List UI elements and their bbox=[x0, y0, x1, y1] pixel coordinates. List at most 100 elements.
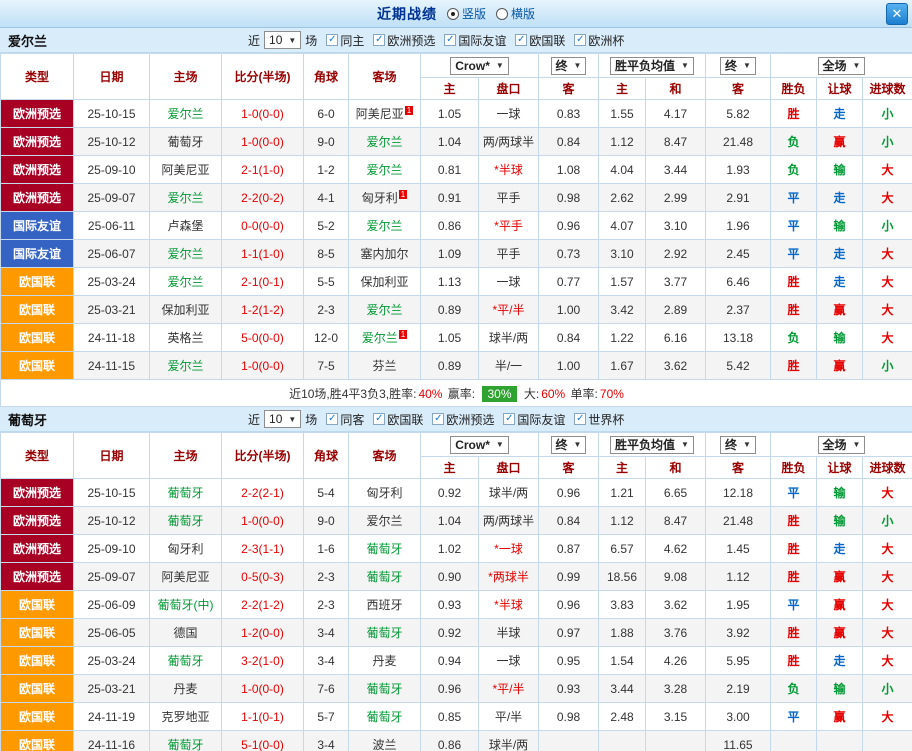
red-card-badge: 1 bbox=[399, 330, 407, 339]
goals-total: 大 bbox=[863, 156, 912, 184]
filter-checkbox-1[interactable]: ✓同客 bbox=[326, 411, 364, 428]
column-header: 比分(半场) bbox=[222, 433, 304, 479]
layout-vertical-option[interactable]: 竖版 bbox=[447, 5, 486, 22]
recent-count-select[interactable]: 10▼ bbox=[264, 31, 301, 49]
asia-away-odds: 0.73 bbox=[539, 240, 599, 268]
handicap-result: 走 bbox=[817, 535, 863, 563]
column-header: 进球数 bbox=[863, 78, 912, 100]
away-team: 波兰 bbox=[349, 731, 421, 751]
asia-home-odds: 1.05 bbox=[421, 324, 479, 352]
team-name-text: 葡萄牙 bbox=[167, 135, 203, 149]
team-name-text: 德国 bbox=[173, 626, 197, 640]
asia-handicap: 球半/两 bbox=[479, 324, 539, 352]
team-name-text: 爱尔兰 bbox=[366, 303, 402, 317]
filter-checkbox-label: 国际友谊 bbox=[517, 411, 565, 428]
summary-segment: 30% bbox=[482, 386, 516, 402]
filter-checkbox-2[interactable]: ✓欧洲预选 bbox=[373, 32, 435, 49]
goals-total: 大 bbox=[863, 563, 912, 591]
eu-draw-odds: 4.62 bbox=[646, 535, 706, 563]
goals-total: 小 bbox=[863, 128, 912, 156]
filter-checkbox-2[interactable]: ✓欧国联 bbox=[373, 411, 423, 428]
competition-type: 欧洲预选 bbox=[1, 563, 74, 591]
europe-state-select[interactable]: 终▼ bbox=[720, 436, 756, 454]
eu-away-odds: 1.12 bbox=[706, 563, 771, 591]
goals-total: 大 bbox=[863, 647, 912, 675]
filter-checkbox-3[interactable]: ✓国际友谊 bbox=[444, 32, 506, 49]
away-team: 爱尔兰 bbox=[349, 507, 421, 535]
match-row: 欧洲预选25-10-12葡萄牙1-0(0-0)9-0爱尔兰1.04两/两球半0.… bbox=[1, 128, 912, 156]
home-team: 葡萄牙 bbox=[150, 479, 222, 507]
filter-checkbox-3[interactable]: ✓欧洲预选 bbox=[432, 411, 494, 428]
score: 5-0(0-0) bbox=[222, 324, 304, 352]
scope-select[interactable]: 全场▼ bbox=[818, 436, 866, 454]
asia-away-odds: 0.98 bbox=[539, 184, 599, 212]
team-name-text: 丹麦 bbox=[173, 682, 197, 696]
asia-handicap: 平手 bbox=[479, 240, 539, 268]
column-header: 让球 bbox=[817, 457, 863, 479]
match-date: 25-03-24 bbox=[74, 647, 150, 675]
section-2: 葡萄牙近10▼场✓同客✓欧国联✓欧洲预选✓国际友谊✓世界杯类型日期主场比分(半场… bbox=[0, 407, 912, 751]
odds-state-select[interactable]: 终▼ bbox=[551, 57, 587, 75]
dropdown-cell: 终▼ bbox=[706, 433, 771, 457]
chevron-down-icon: ▼ bbox=[574, 61, 582, 70]
asia-away-odds: 0.83 bbox=[539, 100, 599, 128]
home-team: 英格兰 bbox=[150, 324, 222, 352]
asia-home-odds: 1.02 bbox=[421, 535, 479, 563]
layout-horizontal-option[interactable]: 横版 bbox=[496, 5, 535, 22]
corners: 12-0 bbox=[304, 324, 349, 352]
score: 1-2(0-0) bbox=[222, 619, 304, 647]
modal-title: 近期战绩 bbox=[377, 4, 437, 24]
competition-type: 欧国联 bbox=[1, 352, 74, 380]
summary-segment: 40% bbox=[418, 387, 442, 401]
score: 1-2(1-2) bbox=[222, 296, 304, 324]
close-icon[interactable]: ✕ bbox=[886, 3, 908, 25]
team-name-text: 爱尔兰 bbox=[366, 135, 402, 149]
team-name-text: 阿美尼亚 bbox=[161, 163, 209, 177]
eu-away-odds: 5.95 bbox=[706, 647, 771, 675]
odds-company-select[interactable]: Crow*▼ bbox=[450, 57, 509, 75]
odds-company-select[interactable]: Crow*▼ bbox=[450, 436, 509, 454]
filter-checkbox-5[interactable]: ✓世界杯 bbox=[574, 411, 624, 428]
filter-checkbox-4[interactable]: ✓欧国联 bbox=[515, 32, 565, 49]
recent-count-select[interactable]: 10▼ bbox=[264, 410, 301, 428]
europe-odds-select[interactable]: 胜平负均值▼ bbox=[610, 436, 694, 454]
team-name-text: 保加利亚 bbox=[161, 303, 209, 317]
europe-state-select-value: 终 bbox=[725, 57, 737, 74]
eu-draw-odds: 2.92 bbox=[646, 240, 706, 268]
filter-checkbox-4[interactable]: ✓国际友谊 bbox=[503, 411, 565, 428]
asia-home-odds: 1.09 bbox=[421, 240, 479, 268]
asia-away-odds: 1.00 bbox=[539, 296, 599, 324]
europe-odds-select-value: 胜平负均值 bbox=[615, 436, 675, 453]
filter-checkbox-5[interactable]: ✓欧洲杯 bbox=[574, 32, 624, 49]
match-row: 欧国联25-06-05德国1-2(0-0)3-4葡萄牙0.92半球0.971.8… bbox=[1, 619, 912, 647]
goals-total bbox=[863, 731, 912, 751]
asia-handicap: 两/两球半 bbox=[479, 507, 539, 535]
dropdown-cell: Crow*▼ bbox=[421, 433, 539, 457]
column-header: 客 bbox=[539, 457, 599, 479]
checkbox-checked-icon: ✓ bbox=[515, 34, 527, 46]
column-header: 主 bbox=[599, 78, 646, 100]
sections-container: 爱尔兰近10▼场✓同主✓欧洲预选✓国际友谊✓欧国联✓欧洲杯类型日期主场比分(半场… bbox=[0, 28, 912, 751]
handicap-result: 输 bbox=[817, 675, 863, 703]
filter-checkbox-1[interactable]: ✓同主 bbox=[326, 32, 364, 49]
europe-odds-select[interactable]: 胜平负均值▼ bbox=[610, 57, 694, 75]
corners: 9-0 bbox=[304, 507, 349, 535]
eu-home-odds: 1.55 bbox=[599, 100, 646, 128]
corners: 2-3 bbox=[304, 591, 349, 619]
handicap-result: 走 bbox=[817, 240, 863, 268]
eu-draw-odds: 3.62 bbox=[646, 591, 706, 619]
competition-type: 欧洲预选 bbox=[1, 156, 74, 184]
team-name-text: 葡萄牙 bbox=[366, 542, 402, 556]
column-header: 进球数 bbox=[863, 457, 912, 479]
eu-away-odds: 3.92 bbox=[706, 619, 771, 647]
summary-segment: 70% bbox=[600, 387, 624, 401]
europe-state-select[interactable]: 终▼ bbox=[720, 57, 756, 75]
eu-home-odds: 4.04 bbox=[599, 156, 646, 184]
scope-select[interactable]: 全场▼ bbox=[818, 57, 866, 75]
scope-select-value: 全场 bbox=[823, 436, 847, 453]
match-row: 欧国联25-03-21丹麦1-0(0-0)7-6葡萄牙0.96*平/半0.933… bbox=[1, 675, 912, 703]
odds-state-select[interactable]: 终▼ bbox=[551, 436, 587, 454]
eu-home-odds: 1.22 bbox=[599, 324, 646, 352]
match-date: 25-09-07 bbox=[74, 184, 150, 212]
chevron-down-icon: ▼ bbox=[681, 61, 689, 70]
